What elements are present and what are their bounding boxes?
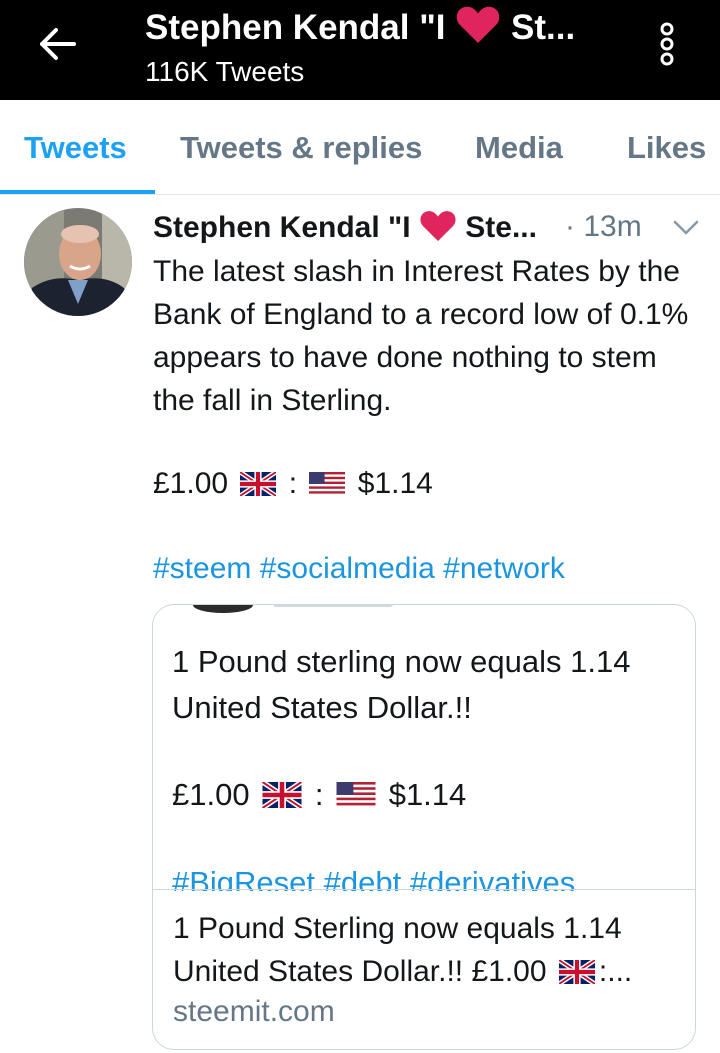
back-arrow-icon[interactable]: [30, 22, 82, 66]
card-hashtags-cut: #BigReset #debt #derivatives: [172, 867, 575, 891]
active-tab-indicator: [0, 190, 155, 194]
card-exchange-rate: £1.00 : $1.14: [172, 777, 466, 813]
avatar-photo: [24, 208, 132, 316]
title-name: Stephen Kendal "I: [145, 8, 446, 47]
card-divider: [153, 889, 695, 890]
card-hashtags-text: #BigReset #debt #derivatives: [172, 867, 576, 891]
tab-media[interactable]: Media: [475, 130, 563, 166]
tweet-author[interactable]: Stephen Kendal "I Ste...: [153, 211, 537, 244]
profile-tabs: Tweets Tweets & replies Media Likes: [0, 100, 720, 195]
profile-title: Stephen Kendal "I St...: [145, 3, 575, 48]
card-rate-pound: £1.00: [172, 777, 250, 812]
tweet-text: The latest slash in Interest Rates by th…: [153, 255, 689, 417]
title-name-truncated: St...: [511, 8, 576, 47]
card-rate-dollar: $1.14: [388, 777, 467, 812]
heart-icon: [457, 6, 500, 43]
tab-tweets-replies[interactable]: Tweets & replies: [180, 130, 422, 166]
uk-flag-icon: [262, 782, 303, 808]
link-preview-card[interactable]: 1 Pound sterling now equals 1.14 United …: [152, 604, 696, 1050]
rate-separator: :: [288, 467, 298, 500]
link-title: 1 Pound Sterling now equals 1.14 United …: [173, 907, 688, 993]
author-name-truncated: Ste...: [465, 211, 537, 244]
rate-pound: £1.00: [153, 467, 229, 500]
card-avatar-peek: [193, 605, 253, 613]
heart-icon: [420, 211, 456, 241]
tab-tweets[interactable]: Tweets: [24, 130, 127, 166]
tweet-header: Stephen Kendal "I Ste... · 13m: [153, 208, 713, 252]
link-title-line1: 1 Pound Sterling now equals 1.14: [173, 912, 622, 945]
us-flag-icon: [336, 782, 376, 808]
tweet-exchange-rate: £1.00 : $1.14: [153, 467, 433, 501]
avatar[interactable]: [24, 208, 132, 316]
more-vertical-icon[interactable]: [655, 20, 679, 68]
uk-flag-icon: [558, 960, 595, 984]
author-name: Stephen Kendal "I: [153, 211, 411, 244]
card-text: 1 Pound sterling now equals 1.14 United …: [172, 644, 631, 725]
us-flag-icon: [309, 472, 346, 496]
tweet-hashtags[interactable]: #steem #socialmedia #network: [153, 552, 565, 586]
rate-dollar: $1.14: [357, 467, 433, 500]
card-rate-separator: :: [314, 777, 324, 812]
link-domain: steemit.com: [173, 995, 335, 1028]
uk-flag-icon: [240, 472, 277, 496]
card-handle-peek: [273, 605, 393, 607]
tab-likes[interactable]: Likes: [627, 130, 706, 166]
link-title-ellipsis: :...: [598, 955, 633, 988]
tweet-count: 116K Tweets: [145, 56, 305, 87]
tweet-time: · 13m: [565, 210, 642, 243]
chevron-down-icon[interactable]: [673, 220, 699, 236]
profile-header: Stephen Kendal "I St... 116K Tweets: [0, 0, 720, 100]
link-title-line2-text: United States Dollar.!! £1.00: [173, 955, 547, 988]
link-title-line2: United States Dollar.!! £1.00 :...: [173, 950, 688, 993]
